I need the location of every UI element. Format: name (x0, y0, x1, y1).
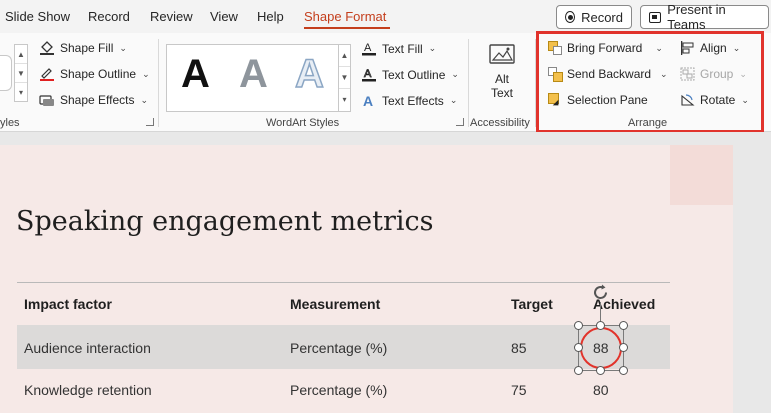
active-tab-underline (304, 27, 390, 29)
alt-text-label-line1: Alt (494, 72, 509, 86)
record-icon (565, 11, 576, 23)
tab-slide-show[interactable]: Slide Show (5, 9, 70, 24)
resize-handle-left[interactable] (574, 343, 583, 352)
resize-handle-top-right[interactable] (619, 321, 628, 330)
text-fill-label: Text Fill (382, 41, 423, 56)
resize-handle-bottom-right[interactable] (619, 366, 628, 375)
group-separator (158, 39, 159, 127)
shape-fill-icon (40, 41, 54, 55)
rotate-handle-icon[interactable] (591, 283, 610, 302)
svg-text:A: A (364, 42, 372, 54)
text-fill-button[interactable]: A Text Fill ⌄ (361, 41, 436, 56)
tab-review[interactable]: Review (150, 9, 193, 24)
table-cell-achieved-selected[interactable]: 88 (593, 340, 609, 356)
shape-effects-button[interactable]: Shape Effects ⌄ (39, 93, 148, 107)
wordart-style-outline[interactable]: A (294, 51, 324, 97)
text-outline-label: Text Outline (382, 67, 446, 82)
wordart-styles-group-label: WordArt Styles (266, 117, 340, 129)
alt-text-label-line2: Text (490, 86, 513, 100)
tab-view[interactable]: View (210, 9, 238, 24)
shape-outline-button[interactable]: Shape Outline ⌄ (39, 67, 150, 81)
table-header-impact-factor[interactable]: Impact factor (24, 296, 112, 312)
text-effects-label: Text Effects (382, 93, 444, 108)
shape-effects-icon (39, 95, 54, 106)
shape-fill-button[interactable]: Shape Fill ⌄ (39, 41, 127, 55)
shape-fill-label: Shape Fill (60, 41, 114, 55)
table-cell[interactable]: Percentage (%) (290, 382, 387, 398)
table-cell[interactable]: Knowledge retention (24, 382, 152, 398)
text-effects-button[interactable]: A Text Effects ⌄ (361, 93, 457, 108)
table-header-measurement[interactable]: Measurement (290, 296, 380, 312)
ribbon-tab-bar: Slide Show Record Review View Help Shape… (0, 0, 771, 33)
alt-text-button[interactable]: Alt Text (480, 41, 524, 107)
shape-effects-label: Shape Effects (60, 93, 135, 107)
resize-handle-right[interactable] (619, 343, 628, 352)
table-cell[interactable]: Audience interaction (24, 340, 151, 356)
record-button-label: Record (581, 9, 623, 25)
accessibility-group-label: Accessibility (470, 117, 530, 129)
table-cell[interactable]: 75 (511, 382, 527, 398)
tab-record[interactable]: Record (88, 9, 130, 24)
record-button[interactable]: Record (556, 5, 632, 29)
alt-text-icon (489, 44, 515, 64)
svg-text:A: A (363, 93, 373, 108)
slide-canvas (0, 132, 771, 413)
wordart-styles-gallery[interactable]: A A A (166, 44, 340, 112)
arrange-group-highlight (536, 31, 764, 133)
text-outline-icon: A (362, 68, 376, 82)
resize-handle-top-left[interactable] (574, 321, 583, 330)
slide-decoration (670, 145, 733, 205)
resize-handle-top[interactable] (596, 321, 605, 330)
wordart-dialog-launcher[interactable] (456, 118, 464, 126)
shape-outline-label: Shape Outline (60, 67, 137, 81)
resize-handle-bottom-left[interactable] (574, 366, 583, 375)
shape-style-preview[interactable] (0, 55, 12, 91)
group-separator (468, 39, 469, 127)
slide-title[interactable]: Speaking engagement metrics (16, 206, 433, 237)
resize-handle-bottom[interactable] (596, 366, 605, 375)
text-outline-button[interactable]: A Text Outline ⌄ (361, 67, 459, 82)
shape-styles-dialog-launcher[interactable] (146, 118, 154, 126)
table-top-border (17, 282, 670, 283)
present-in-teams-button[interactable]: Present in Teams (640, 2, 769, 32)
shape-outline-icon (40, 68, 54, 81)
text-effects-icon: A (363, 93, 373, 108)
tab-shape-format[interactable]: Shape Format (304, 9, 386, 24)
wordart-style-gray[interactable]: A (239, 52, 268, 97)
table-header-target[interactable]: Target (511, 296, 553, 312)
wordart-gallery-scroll[interactable]: ▲ ▼ ▾ (338, 44, 351, 112)
table-cell[interactable]: Percentage (%) (290, 340, 387, 356)
text-fill-icon: A (362, 42, 376, 56)
table-cell[interactable]: 80 (593, 382, 609, 398)
teams-icon (649, 11, 662, 23)
wordart-style-black[interactable]: A (181, 52, 210, 97)
table-cell[interactable]: 85 (511, 340, 527, 356)
shape-styles-group-label: yles (0, 117, 20, 129)
shape-styles-gallery-scroll[interactable]: ▲ ▼ ▾ (14, 44, 28, 102)
svg-text:A: A (364, 68, 372, 80)
tab-help[interactable]: Help (257, 9, 284, 24)
present-in-teams-label: Present in Teams (667, 2, 726, 32)
